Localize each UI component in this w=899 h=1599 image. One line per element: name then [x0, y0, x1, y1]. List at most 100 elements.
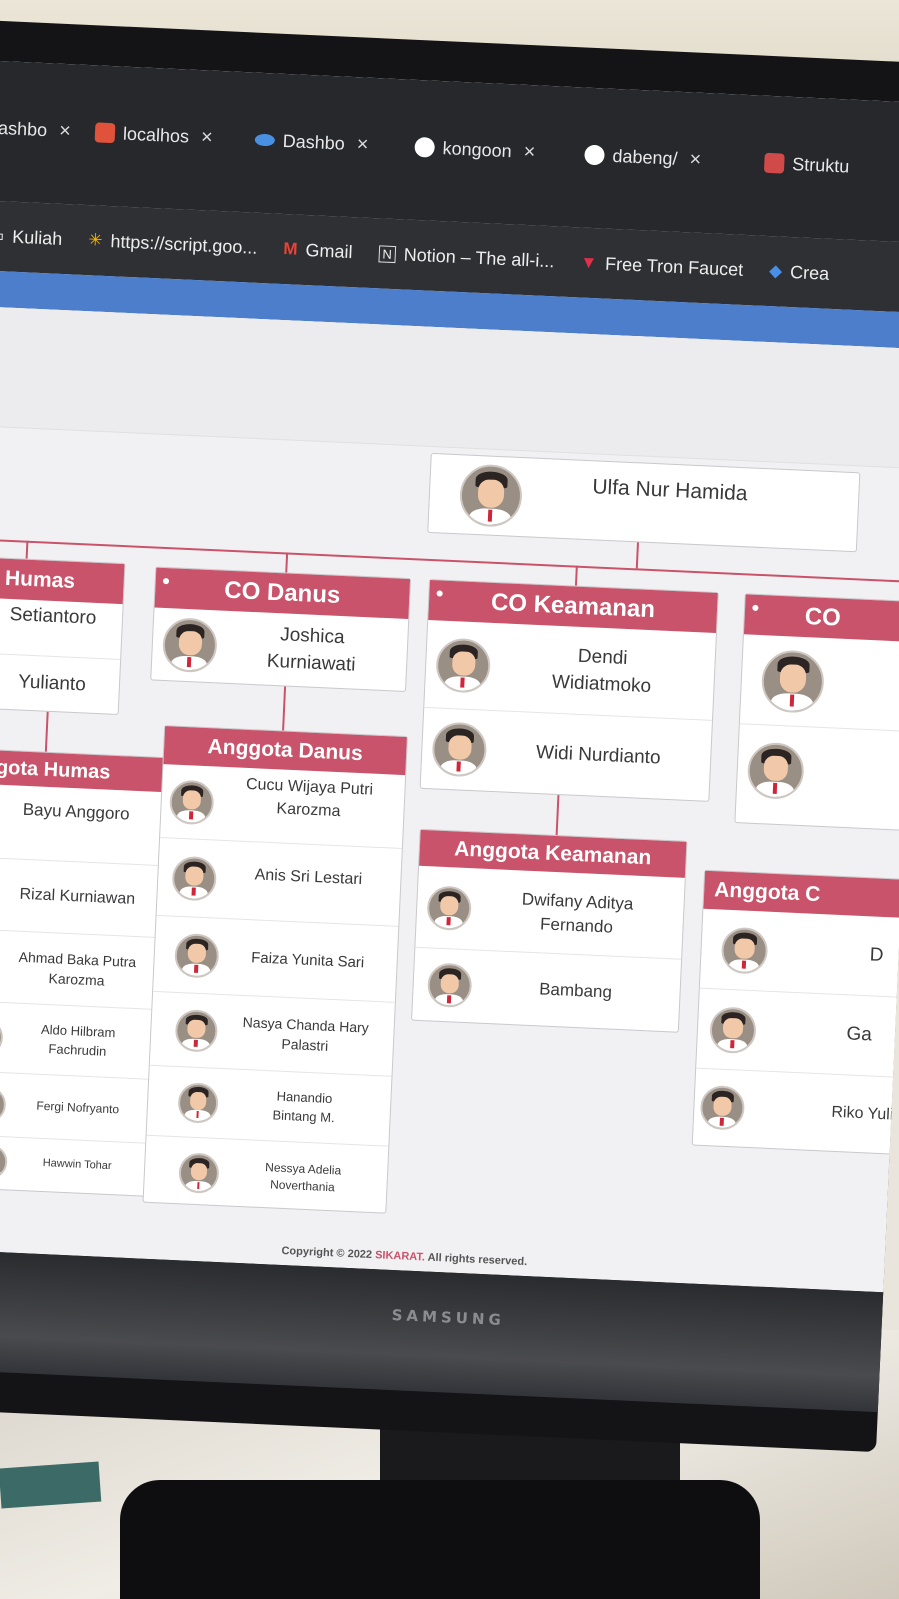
member-name: Fergi Nofryanto [36, 1098, 120, 1117]
tab-label: Dashbo [0, 116, 48, 140]
bookmark-label: Free Tron Faucet [604, 253, 744, 280]
bookmark-label: Notion – The all-i... [403, 243, 555, 271]
cloth [0, 1461, 102, 1509]
member-name: Rizal Kurniawan [19, 886, 136, 909]
tab-struktur[interactable]: Struktu [763, 146, 850, 184]
member-name: Hawwin Tohar [42, 1157, 112, 1173]
monitor-stand-base [120, 1480, 760, 1599]
screen: Dashbo × localhos × Dashbo × kongoon × d… [0, 59, 899, 1293]
member-name: Yulianto [17, 671, 87, 696]
tab-github-kongoon[interactable]: kongoon × [414, 130, 536, 169]
anggota-keamanan-card[interactable]: Anggota Keamanan Dwifany Aditya Fernando… [411, 828, 688, 1033]
avatar [435, 636, 492, 694]
avatar [168, 778, 215, 825]
bookmark-crea[interactable]: ◆ Crea [769, 261, 830, 285]
co-humas-card[interactable]: CO Humas Setiantoro Yulianto [0, 554, 126, 716]
member-name: Ulfa Nur Hamida [591, 475, 749, 506]
top-person-card[interactable]: Ulfa Nur Hamida [427, 452, 861, 553]
bookmark-tron[interactable]: ▼ Free Tron Faucet [580, 252, 744, 280]
card-title-text: CO Danus [223, 576, 341, 609]
bookmark-label: https://script.goo... [110, 230, 258, 258]
anggota-partial-card[interactable]: Anggota C D Ga Riko Yulia [691, 869, 899, 1156]
card-title: CO Humas [0, 556, 125, 605]
tab-label: Struktu [791, 153, 850, 177]
avatar [699, 1084, 746, 1131]
footer-brand[interactable]: SIKARAT. [375, 1249, 425, 1263]
member-name: D [869, 944, 884, 967]
card-title-text: CO Keamanan [490, 588, 656, 624]
avatar [177, 1081, 220, 1124]
avatar [458, 463, 524, 529]
close-icon[interactable]: × [523, 140, 536, 164]
user-icon: ● [750, 598, 761, 615]
co-danus-card[interactable]: ● CO Danus Joshica Kurniawati [150, 566, 412, 693]
member-name: Cucu Wijaya Putri Karozma [245, 775, 374, 820]
card-title-text: CO [804, 603, 842, 632]
avatar [760, 648, 826, 714]
co-keamanan-card[interactable]: ● CO Keamanan Dendi Widiatmoko Widi Nurd… [419, 578, 719, 802]
tab-github-dabeng[interactable]: dabeng/ × [584, 138, 702, 177]
app-icon [763, 152, 785, 174]
anggota-danus-card[interactable]: Anggota Danus Cucu Wijaya Putri Karozma … [142, 725, 408, 1214]
tab-label: dabeng/ [612, 145, 678, 169]
bookmark-kuliah[interactable]: ▭ Kuliah [0, 225, 63, 249]
tab-label: Dashbo [282, 130, 346, 154]
monitor-brand-logo: SAMSUNG [391, 1306, 506, 1330]
connector-line [44, 711, 49, 752]
member-name: Nasya Chanda Hary Palastri [242, 1013, 370, 1054]
member-name: Setiantoro [9, 604, 97, 630]
bookmark-apps-script[interactable]: ✳ https://script.goo... [88, 230, 258, 259]
avatar [746, 741, 805, 801]
github-icon [584, 144, 605, 166]
member-name: Riko Yulia [831, 1103, 899, 1124]
user-icon: ● [435, 584, 445, 601]
apps-script-icon: ✳ [87, 230, 103, 250]
tab-label: kongoon [442, 137, 513, 161]
avatar [708, 1005, 757, 1054]
avatar [426, 962, 473, 1009]
avatar [178, 1152, 220, 1195]
notion-icon: N [378, 244, 397, 263]
connector-line [574, 565, 578, 586]
member-name: Bambang [538, 979, 613, 1002]
close-icon[interactable]: × [356, 133, 369, 157]
tab-dashboard-2[interactable]: Dashbo × [254, 123, 369, 162]
tab-label: localhos [122, 123, 190, 147]
dashboard-icon [254, 133, 276, 147]
tron-icon: ▼ [579, 252, 598, 273]
bookmark-gmail[interactable]: M Gmail [283, 239, 353, 263]
member-name: Nessya Adelia Noverthania [264, 1160, 342, 1195]
diamond-icon: ◆ [768, 261, 783, 281]
close-icon[interactable]: × [59, 119, 72, 143]
avatar [431, 721, 488, 778]
localhost-icon [94, 122, 116, 144]
avatar [0, 1143, 8, 1180]
member-name: Widi Nurdianto [535, 741, 662, 769]
avatar [426, 884, 473, 931]
avatar [171, 855, 218, 902]
co-partial-card[interactable]: ● CO [734, 593, 899, 833]
bookmark-notion[interactable]: N Notion – The all-i... [378, 243, 555, 272]
github-icon [414, 136, 436, 158]
avatar [173, 932, 220, 979]
member-name: Bayu Anggoro [22, 799, 130, 824]
avatar [720, 926, 769, 975]
member-name: Faiza Yunita Sari [250, 949, 365, 972]
user-icon: ● [161, 571, 171, 589]
avatar [174, 1008, 219, 1053]
folder-icon: ▭ [0, 225, 5, 246]
tab-dashboard-1[interactable]: Dashbo × [0, 110, 72, 148]
close-icon[interactable]: × [689, 148, 702, 172]
tab-localhost[interactable]: localhos × [94, 115, 213, 154]
avatar [161, 616, 219, 674]
anggota-humas-card[interactable]: Anggota Humas Bayu Anggoro Rizal Kurniaw… [0, 746, 167, 1197]
member-name: Joshica Kurniawati [266, 624, 356, 676]
member-name: Dwifany Aditya Fernando [521, 889, 634, 937]
member-name: Ahmad Baka Putra Karozma [18, 948, 137, 989]
connector-line [25, 540, 29, 559]
connector-line [555, 794, 560, 836]
connector-line [285, 552, 289, 573]
member-name: Ga [846, 1023, 873, 1046]
member-name: Anis Sri Lestari [254, 866, 363, 889]
close-icon[interactable]: × [200, 126, 213, 150]
